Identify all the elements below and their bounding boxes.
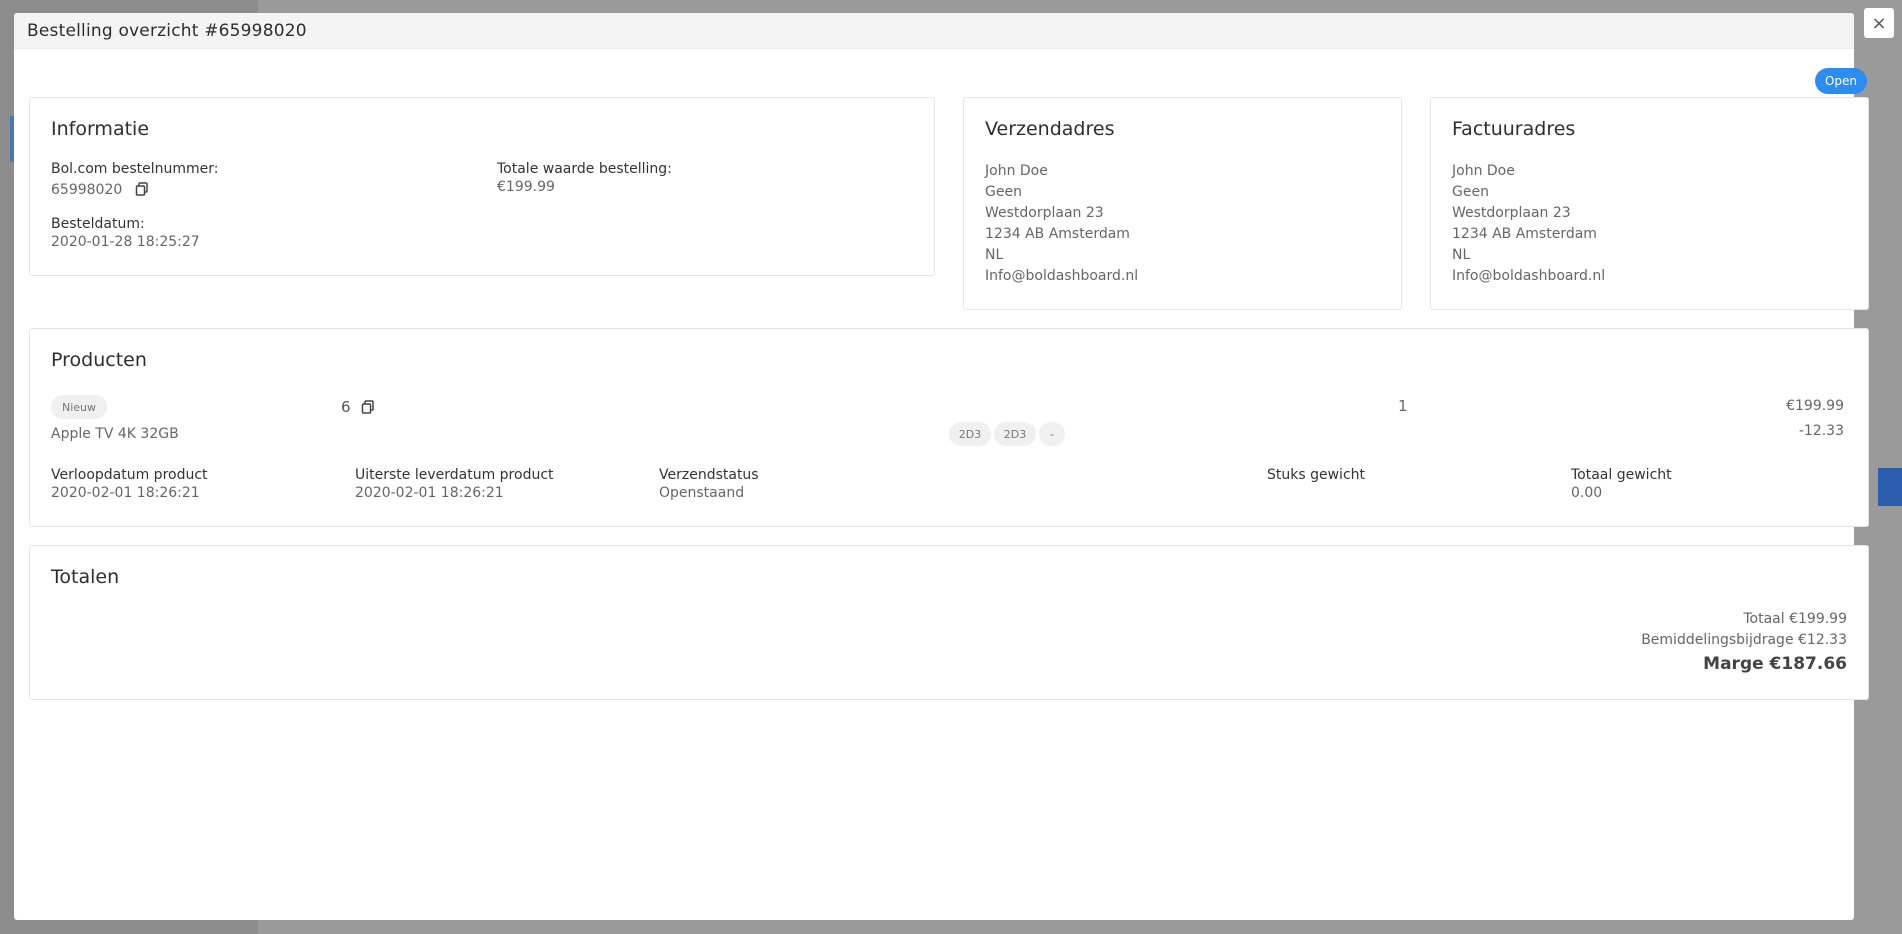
- copy-icon[interactable]: [135, 181, 149, 196]
- billing-name: John Doe: [1452, 163, 1515, 179]
- billing-street: Westdorplaan 23: [1452, 205, 1571, 221]
- modal-title: Bestelling overzicht #65998020: [27, 20, 307, 41]
- total-value-label: Totale waarde bestelling:: [497, 161, 672, 177]
- order-date-field: Besteldatum: 2020-01-28 18:25:27: [51, 216, 200, 250]
- products-title: Producten: [51, 349, 147, 371]
- billing-postal-city: 1234 AB Amsterdam: [1452, 226, 1597, 242]
- product-tag: 2D3: [949, 422, 991, 446]
- shipping-email: Info@boldashboard.nl: [985, 268, 1139, 284]
- total-value: €199.99: [497, 179, 555, 195]
- shipping-status-value: Openstaand: [659, 485, 745, 501]
- total-weight-value: 0.00: [1571, 485, 1603, 501]
- product-price: €199.99: [1786, 398, 1844, 414]
- order-date-label: Besteldatum:: [51, 216, 145, 232]
- shipping-company: Geen: [985, 184, 1022, 200]
- total-weight-label: Totaal gewicht: [1571, 467, 1672, 483]
- billing-company: Geen: [1452, 184, 1489, 200]
- product-tag: 2D3: [994, 422, 1036, 446]
- product-quantity: 1: [1398, 397, 1408, 415]
- order-number-field: Bol.com bestelnummer: 65998020: [51, 161, 219, 198]
- totals-commission: Bemiddelingsbijdrage €12.33: [1641, 632, 1847, 648]
- shipping-address-lines: John Doe Geen Westdorplaan 23 1234 AB Am…: [985, 161, 1138, 287]
- totals-title: Totalen: [51, 566, 120, 588]
- expiry-label: Verloopdatum product: [51, 467, 208, 483]
- latest-delivery-field: Uiterste leverdatum product 2020-02-01 1…: [355, 467, 554, 501]
- modal-header: Bestelling overzicht #65998020: [14, 13, 1854, 49]
- copy-icon[interactable]: [361, 400, 375, 414]
- information-title: Informatie: [51, 118, 150, 140]
- expiry-field: Verloopdatum product 2020-02-01 18:26:21: [51, 467, 208, 501]
- billing-address-lines: John Doe Geen Westdorplaan 23 1234 AB Am…: [1452, 161, 1605, 287]
- unit-weight-label: Stuks gewicht: [1267, 467, 1365, 483]
- order-number-row: 65998020: [51, 179, 219, 198]
- close-button[interactable]: ×: [1864, 8, 1894, 38]
- shipping-name: John Doe: [985, 163, 1048, 179]
- shipping-street: Westdorplaan 23: [985, 205, 1104, 221]
- order-number-label: Bol.com bestelnummer:: [51, 161, 219, 177]
- billing-address-card: Factuuradres John Doe Geen Westdorplaan …: [1430, 97, 1869, 310]
- order-date-value: 2020-01-28 18:25:27: [51, 234, 200, 250]
- shipping-postal-city: 1234 AB Amsterdam: [985, 226, 1130, 242]
- billing-address-title: Factuuradres: [1452, 118, 1576, 140]
- total-weight-field: Totaal gewicht 0.00: [1571, 467, 1672, 501]
- expiry-value: 2020-02-01 18:26:21: [51, 485, 200, 501]
- billing-country: NL: [1452, 247, 1471, 263]
- condition-badge: Nieuw: [51, 395, 107, 419]
- product-id: 6: [341, 398, 351, 416]
- shipping-status-field: Verzendstatus Openstaand: [659, 467, 759, 501]
- totals-card: Totalen Totaal €199.99 Bemiddelingsbijdr…: [29, 545, 1869, 700]
- product-tag: -: [1039, 422, 1065, 446]
- order-number-value: 65998020: [51, 182, 123, 198]
- shipping-status-label: Verzendstatus: [659, 467, 759, 483]
- product-id-row: 6: [341, 398, 375, 416]
- totals-margin: Marge €187.66: [1703, 654, 1847, 674]
- information-card: Informatie Bol.com bestelnummer: 6599802…: [29, 97, 935, 276]
- unit-weight-field: Stuks gewicht: [1267, 467, 1365, 483]
- shipping-address-title: Verzendadres: [985, 118, 1115, 140]
- latest-delivery-value: 2020-02-01 18:26:21: [355, 485, 504, 501]
- product-name: Apple TV 4K 32GB: [51, 426, 179, 442]
- status-badge: Open: [1815, 68, 1867, 94]
- products-card: Producten Nieuw 6 Apple TV 4K 32GB 2D3 2…: [29, 328, 1869, 527]
- product-commission: -12.33: [1798, 423, 1844, 439]
- latest-delivery-label: Uiterste leverdatum product: [355, 467, 554, 483]
- totals-total: Totaal €199.99: [1743, 611, 1847, 627]
- shipping-country: NL: [985, 247, 1004, 263]
- total-value-field: Totale waarde bestelling: €199.99: [497, 161, 672, 195]
- billing-email: Info@boldashboard.nl: [1452, 268, 1606, 284]
- close-icon: ×: [1871, 12, 1887, 34]
- backdrop-accent-right: [1878, 468, 1902, 506]
- shipping-address-card: Verzendadres John Doe Geen Westdorplaan …: [963, 97, 1402, 310]
